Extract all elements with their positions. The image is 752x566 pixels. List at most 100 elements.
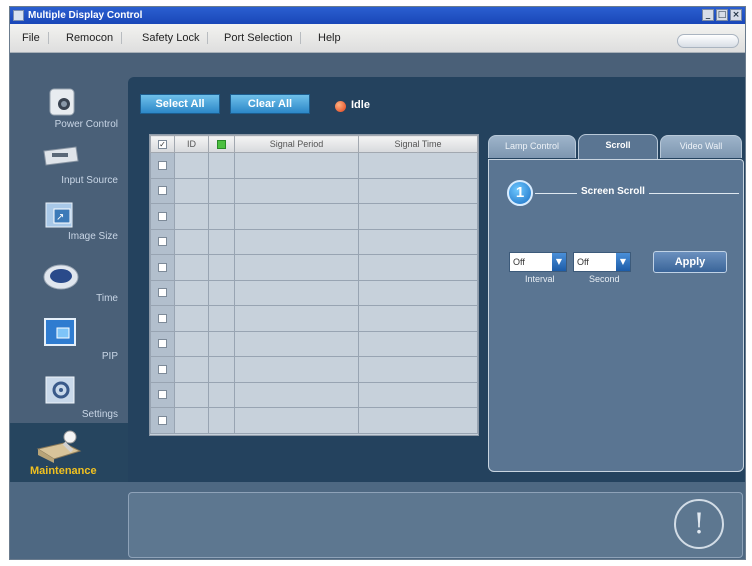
sidebar-item-label: Settings — [81, 409, 118, 420]
table-row[interactable] — [150, 254, 478, 281]
interval-value: Off — [513, 257, 525, 267]
chevron-down-icon[interactable]: ▼ — [552, 253, 566, 271]
row-checkbox[interactable] — [158, 237, 167, 247]
minimize-button[interactable]: _ — [702, 9, 714, 21]
table-row[interactable] — [150, 407, 478, 434]
table-row[interactable] — [150, 152, 478, 179]
row-checkbox[interactable] — [158, 288, 167, 298]
sidebar-item-power-control[interactable]: Power Control — [10, 81, 128, 137]
sidebar-item-time[interactable]: Time — [10, 253, 128, 309]
id-cell — [174, 152, 209, 179]
interval-label: Interval — [525, 274, 555, 284]
select-all-checkbox[interactable]: ✓ — [158, 140, 167, 150]
table-row[interactable] — [150, 203, 478, 230]
select-all-button[interactable]: Select All — [140, 94, 220, 114]
second-value: Off — [577, 257, 589, 267]
status-cell — [208, 407, 235, 434]
table-row[interactable] — [150, 381, 478, 408]
svg-text:↗: ↗ — [56, 212, 64, 223]
row-select-cell[interactable] — [150, 228, 175, 255]
tab-lamp-control[interactable]: Lamp Control — [488, 135, 576, 158]
row-select-cell[interactable] — [150, 356, 175, 383]
chevron-down-icon[interactable]: ▼ — [616, 253, 630, 271]
menu-help[interactable]: Help — [310, 32, 349, 44]
signal-time-cell — [358, 330, 478, 357]
row-select-cell[interactable] — [150, 279, 175, 306]
signal-period-cell — [234, 203, 359, 230]
row-checkbox[interactable] — [158, 364, 167, 374]
row-select-cell[interactable] — [150, 407, 175, 434]
row-select-cell[interactable] — [150, 330, 175, 357]
tab-panel: Lamp Control Scroll Video Wall 1 Screen … — [488, 134, 744, 472]
table-row[interactable] — [150, 177, 478, 204]
row-checkbox[interactable] — [158, 390, 167, 400]
brand-logo — [677, 34, 739, 48]
signal-time-cell — [358, 279, 478, 306]
row-select-cell[interactable] — [150, 305, 175, 332]
row-checkbox[interactable] — [158, 211, 167, 221]
column-header-id: ID — [174, 135, 209, 153]
settings-icon — [42, 375, 80, 407]
header-select-all[interactable]: ✓ — [150, 135, 175, 153]
second-label: Second — [589, 274, 620, 284]
signal-time-cell — [358, 305, 478, 332]
sidebar-item-image-size[interactable]: ↗ Image Size — [10, 195, 128, 251]
input-source-icon — [42, 141, 80, 173]
scroll-tab-body: 1 Screen Scroll Off ▼ Interval Off ▼ Sec… — [488, 159, 744, 472]
signal-period-cell — [234, 254, 359, 281]
row-checkbox[interactable] — [158, 186, 167, 196]
signal-time-cell — [358, 254, 478, 281]
app-icon — [13, 10, 24, 21]
status-cell — [208, 177, 235, 204]
row-select-cell[interactable] — [150, 152, 175, 179]
status-indicator-icon — [335, 101, 346, 112]
interval-select[interactable]: Off ▼ — [509, 252, 567, 272]
clear-all-button[interactable]: Clear All — [230, 94, 310, 114]
id-cell — [174, 381, 209, 408]
step-number-badge: 1 — [507, 180, 533, 206]
tab-video-wall[interactable]: Video Wall — [660, 135, 742, 158]
row-checkbox[interactable] — [158, 313, 167, 323]
apply-button[interactable]: Apply — [653, 251, 727, 273]
row-select-cell[interactable] — [150, 203, 175, 230]
row-checkbox[interactable] — [158, 262, 167, 272]
id-cell — [174, 356, 209, 383]
status-text: Idle — [351, 99, 370, 111]
signal-time-cell — [358, 356, 478, 383]
table-row[interactable] — [150, 330, 478, 357]
row-select-cell[interactable] — [150, 254, 175, 281]
signal-period-cell — [234, 228, 359, 255]
menu-safety-lock[interactable]: Safety Lock — [134, 32, 209, 44]
row-checkbox[interactable] — [158, 160, 167, 170]
row-select-cell[interactable] — [150, 177, 175, 204]
sidebar-item-settings[interactable]: Settings — [10, 369, 128, 425]
sidebar: Power Control Input Source ↗ Image Size … — [10, 77, 128, 483]
status-cell — [208, 254, 235, 281]
close-button[interactable]: × — [730, 9, 742, 21]
title-bar: Multiple Display Control _ □ × — [10, 7, 745, 24]
signal-period-cell — [234, 279, 359, 306]
id-cell — [174, 177, 209, 204]
menu-file[interactable]: File — [14, 32, 49, 44]
status-cell — [208, 381, 235, 408]
table-row[interactable] — [150, 356, 478, 383]
row-select-cell[interactable] — [150, 381, 175, 408]
sidebar-item-label: PIP — [101, 351, 118, 362]
sidebar-item-input-source[interactable]: Input Source — [10, 139, 128, 195]
maximize-button[interactable]: □ — [716, 9, 728, 21]
status-cell — [208, 203, 235, 230]
column-header-signal-period: Signal Period — [234, 135, 359, 153]
display-grid: ✓ ID Signal Period Signal Time — [149, 134, 479, 436]
row-checkbox[interactable] — [158, 339, 167, 349]
sidebar-item-pip[interactable]: PIP — [10, 311, 128, 367]
menu-remocon[interactable]: Remocon — [58, 32, 123, 44]
table-row[interactable] — [150, 228, 478, 255]
sidebar-item-maintenance[interactable]: Maintenance — [10, 423, 128, 483]
second-select[interactable]: Off ▼ — [573, 252, 631, 272]
menu-port-selection[interactable]: Port Selection — [216, 32, 302, 44]
table-row[interactable] — [150, 279, 478, 306]
maintenance-icon — [34, 429, 84, 463]
tab-scroll[interactable]: Scroll — [578, 134, 658, 159]
row-checkbox[interactable] — [158, 415, 167, 425]
table-row[interactable] — [150, 305, 478, 332]
